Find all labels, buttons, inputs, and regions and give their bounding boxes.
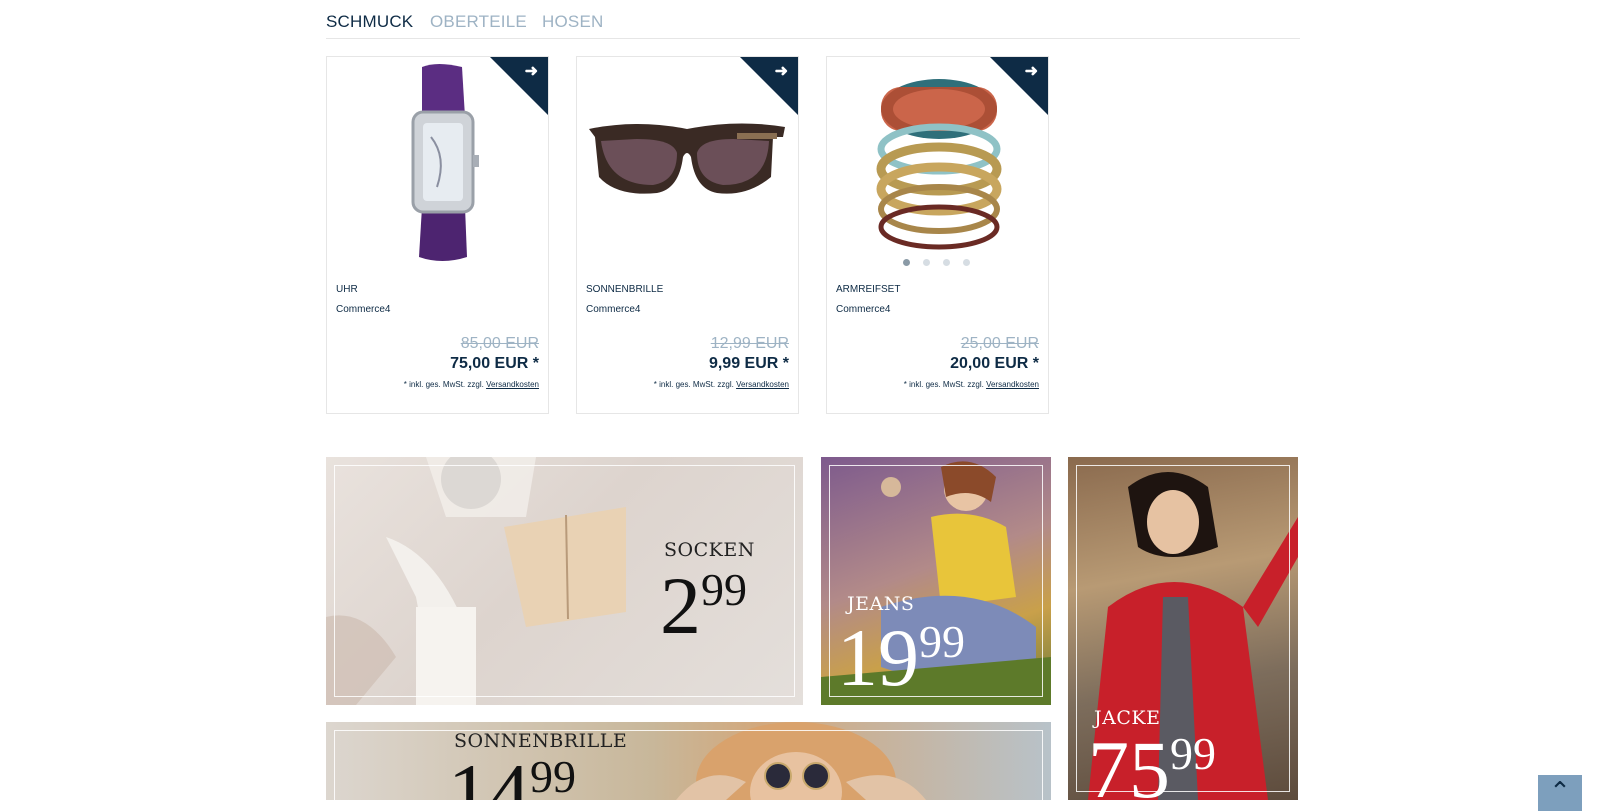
banner-price: 1499 xyxy=(448,751,576,801)
product-card-sonnenbrille[interactable]: ➜ SONNENBRILLE Commerce4 12,99 EUR 9,99 … xyxy=(576,56,799,414)
old-price: 85,00 EUR xyxy=(460,335,539,352)
slider-dot-2[interactable] xyxy=(923,259,930,266)
banner-frame xyxy=(334,730,1043,800)
tab-oberteile[interactable]: OBERTEILE xyxy=(430,12,527,32)
price-decimal: 99 xyxy=(701,564,747,615)
arrow-right-icon[interactable]: ➜ xyxy=(1025,61,1038,81)
price-integer: 14 xyxy=(448,747,530,801)
price-decimal: 99 xyxy=(919,616,965,667)
banner-jeans[interactable]: JEANS 1999 xyxy=(821,457,1051,705)
current-price: 75,00 EUR * xyxy=(450,355,539,372)
product-brand: Commerce4 xyxy=(586,304,641,315)
slider-dot-1[interactable] xyxy=(903,259,910,266)
price-integer: 75 xyxy=(1088,724,1170,801)
quick-view-ribbon[interactable] xyxy=(990,57,1048,115)
tax-note: * inkl. ges. MwSt. zzgl. Versandkosten xyxy=(654,380,789,389)
quick-view-ribbon[interactable] xyxy=(490,57,548,115)
back-to-top-button[interactable]: ⌃ xyxy=(1538,775,1582,811)
tax-note-text: * inkl. ges. MwSt. zzgl. xyxy=(403,380,484,389)
price-integer: 19 xyxy=(837,612,919,703)
tab-hosen[interactable]: HOSEN xyxy=(542,12,603,32)
banner-socken[interactable]: SOCKEN 299 xyxy=(326,457,803,705)
tax-note: * inkl. ges. MwSt. zzgl. Versandkosten xyxy=(404,380,539,389)
arrow-right-icon[interactable]: ➜ xyxy=(775,61,788,81)
arrow-right-icon[interactable]: ➜ xyxy=(525,61,538,81)
shipping-cost-link[interactable]: Versandkosten xyxy=(736,380,789,389)
product-brand: Commerce4 xyxy=(836,304,891,315)
product-name[interactable]: ARMREIFSET xyxy=(836,284,900,295)
image-slider-dots xyxy=(903,253,983,271)
banner-label: SOCKEN xyxy=(664,539,755,561)
banner-sonnenbrille[interactable]: SONNENBRILLE 1499 xyxy=(326,722,1051,800)
old-price: 25,00 EUR xyxy=(960,335,1039,352)
price-integer: 2 xyxy=(660,560,701,651)
tax-note-text: * inkl. ges. MwSt. zzgl. xyxy=(653,380,734,389)
banner-price: 7599 xyxy=(1088,728,1216,801)
shipping-cost-link[interactable]: Versandkosten xyxy=(486,380,539,389)
banner-price: 1999 xyxy=(837,617,965,699)
product-name[interactable]: UHR xyxy=(336,284,358,295)
category-tabs: SCHMUCK OBERTEILE HOSEN xyxy=(326,0,1300,39)
banner-jacke[interactable]: JACKE 7599 xyxy=(1068,457,1298,800)
tab-schmuck[interactable]: SCHMUCK xyxy=(326,12,413,32)
quick-view-ribbon[interactable] xyxy=(740,57,798,115)
banner-price: 299 xyxy=(660,565,747,647)
current-price: 20,00 EUR * xyxy=(950,355,1039,372)
tax-note-text: * inkl. ges. MwSt. zzgl. xyxy=(903,380,984,389)
price-decimal: 99 xyxy=(1170,728,1216,779)
product-card-uhr[interactable]: ➜ UHR Commerce4 85,00 EUR 75,00 EUR * * … xyxy=(326,56,549,414)
product-brand: Commerce4 xyxy=(336,304,391,315)
old-price: 12,99 EUR xyxy=(710,335,789,352)
slider-dot-4[interactable] xyxy=(963,259,970,266)
shipping-cost-link[interactable]: Versandkosten xyxy=(986,380,1039,389)
chevron-up-icon: ⌃ xyxy=(1549,776,1571,806)
price-decimal: 99 xyxy=(530,751,576,800)
tax-note: * inkl. ges. MwSt. zzgl. Versandkosten xyxy=(904,380,1039,389)
product-name[interactable]: SONNENBRILLE xyxy=(586,284,663,295)
current-price: 9,99 EUR * xyxy=(708,355,789,372)
product-card-armreifset[interactable]: ➜ ARMREIFSET Commerce4 25,00 EUR 20,00 E… xyxy=(826,56,1049,414)
slider-dot-3[interactable] xyxy=(943,259,950,266)
